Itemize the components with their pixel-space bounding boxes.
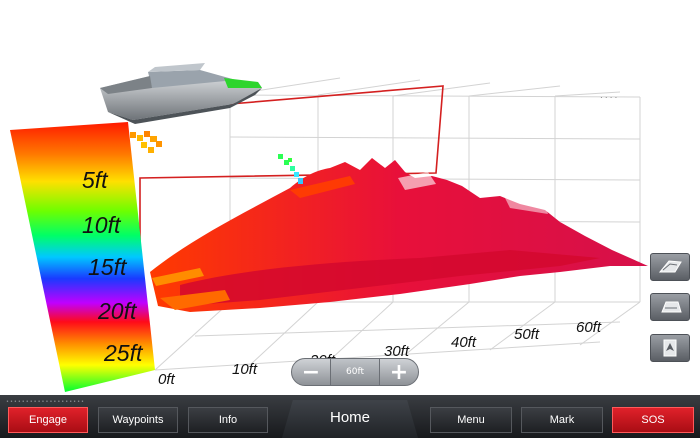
far-axis-label: · · · · (600, 93, 617, 102)
info-button[interactable]: Info (188, 407, 268, 433)
engage-button[interactable]: Engage (8, 407, 88, 433)
view-top-icon (661, 301, 682, 313)
depth-label-20ft: 20ft (97, 298, 138, 324)
distance-label-40ft: 40ft (451, 334, 477, 351)
distance-label-60ft: 60ft (576, 319, 602, 336)
boat-icon (100, 63, 262, 124)
home-button[interactable]: Home (282, 400, 418, 438)
depth-label-15ft: 15ft (88, 254, 128, 280)
bottom-surface (150, 158, 648, 312)
depth-label-5ft: 5ft (82, 167, 109, 193)
zoom-in-button[interactable]: + (379, 358, 419, 386)
view-forward-button[interactable] (650, 334, 690, 362)
depth-label-10ft: 10ft (82, 212, 122, 238)
sonar-3d-view: · · · · 5ft 10ft 15ft 20ft 25ft 0ft 10ft… (10, 63, 648, 392)
plus-icon: + (389, 359, 409, 385)
mark-button[interactable]: Mark (521, 407, 603, 433)
sos-button[interactable]: SOS (612, 407, 694, 433)
zoom-out-button[interactable]: − (291, 358, 331, 386)
view-forward-icon (663, 339, 677, 357)
fish-target-cluster (278, 154, 303, 184)
distance-label-50ft: 50ft (514, 326, 540, 343)
surface-return-cluster (130, 131, 162, 153)
depth-label-25ft: 25ft (103, 340, 144, 366)
home-label: Home (329, 409, 370, 426)
minus-icon: − (301, 359, 321, 385)
distance-label-0ft: 0ft (158, 371, 176, 388)
view-top-button[interactable] (650, 293, 690, 321)
distance-label-10ft: 10ft (232, 361, 258, 378)
range-zoom-control: − 60ft + (291, 358, 419, 386)
range-value[interactable]: 60ft (330, 358, 380, 386)
menu-button[interactable]: Menu (430, 407, 512, 433)
view-perspective-button[interactable] (650, 253, 690, 281)
view-perspective-icon (658, 260, 682, 273)
page-indicator-dots: •••••••••••••••••••• (6, 399, 85, 405)
waypoints-button[interactable]: Waypoints (98, 407, 178, 433)
